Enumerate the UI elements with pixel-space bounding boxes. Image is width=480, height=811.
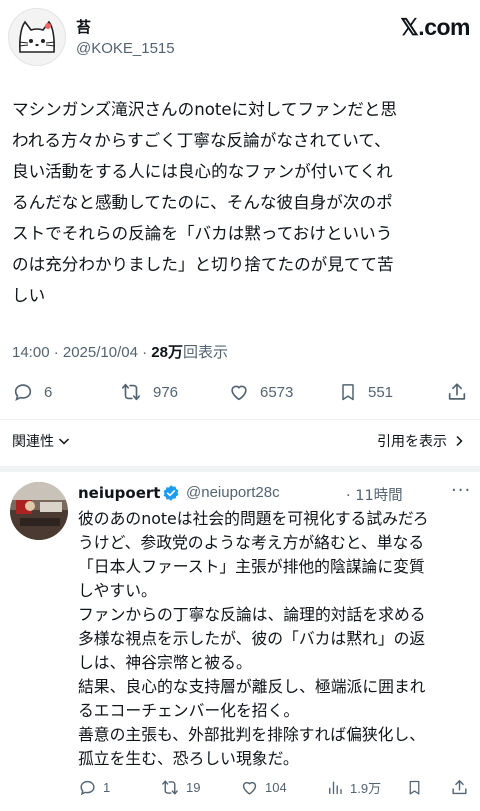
reply-share-button[interactable] <box>450 776 469 798</box>
retweet-count: 976 <box>153 383 179 401</box>
tweet-meta: 14:00 · 2025/10/04 · 28万回表示 <box>12 341 228 362</box>
reply-icon <box>80 780 95 795</box>
author-name[interactable]: 苔 <box>76 16 91 37</box>
divider <box>0 419 480 420</box>
like-icon <box>231 385 247 401</box>
reply-bookmark-button[interactable] <box>406 776 423 798</box>
share-icon <box>448 383 466 400</box>
reply-author-avatar[interactable] <box>10 482 68 540</box>
share-button[interactable] <box>446 380 468 404</box>
like-button[interactable]: 6573 <box>228 380 293 404</box>
reply-reply-button[interactable]: 1 <box>78 776 110 798</box>
reply-like-count: 104 <box>265 779 287 795</box>
chevron-right-icon <box>456 435 463 447</box>
sort-relevance-dropdown[interactable]: 関連性 <box>12 431 71 451</box>
reply-views-button[interactable]: 1.9万 <box>326 776 381 798</box>
views-label: 回表示 <box>182 344 228 361</box>
reply-retweet-button[interactable]: 19 <box>160 776 200 798</box>
reply-like-button[interactable]: 104 <box>240 776 287 798</box>
chevron-down-icon <box>58 438 70 445</box>
retweet-icon <box>121 383 141 401</box>
view-quotes-link[interactable]: 引用を表示 <box>377 431 466 451</box>
views-count: 28万 <box>151 344 183 361</box>
views-icon <box>329 781 342 794</box>
reply-retweet-count: 19 <box>186 779 201 795</box>
like-count: 6573 <box>260 383 294 401</box>
author-handle[interactable]: @KOKE_1515 <box>76 40 175 57</box>
bookmark-icon <box>342 384 354 401</box>
share-icon <box>452 779 467 794</box>
sort-label: 関連性 <box>12 434 54 450</box>
reply-button[interactable]: 6 <box>12 380 52 404</box>
like-icon <box>242 781 257 795</box>
reply-reply-count: 1 <box>103 779 111 795</box>
view-quotes-label: 引用を表示 <box>377 434 447 450</box>
retweet-icon <box>162 779 178 795</box>
reply-time[interactable]: · 11時間 <box>346 484 403 505</box>
x-com-logo: 𝕏.com <box>400 14 470 40</box>
tweet-text: マシンガンズ滝沢さんのnoteに対してファンだと思 われる方々からすごく丁寧な反… <box>12 100 398 305</box>
retweet-button[interactable]: 976 <box>119 380 178 404</box>
cat-avatar-icon <box>18 20 56 53</box>
author-avatar[interactable] <box>8 8 66 66</box>
reply-author-name[interactable]: neiupoert <box>78 484 160 502</box>
more-options-button[interactable]: ··· <box>451 480 471 501</box>
reply-count: 6 <box>44 383 53 401</box>
reply-views-count: 1.9万 <box>350 780 382 796</box>
verified-badge-icon <box>162 484 180 506</box>
reply-text: 彼のあのnoteは社会的問題を可視化する試みだろ うけど、参政党のような考え方が… <box>78 509 429 768</box>
tweet-time[interactable]: 14:00 · 2025/10/04 · <box>12 344 151 361</box>
bookmark-button[interactable]: 551 <box>338 380 393 404</box>
reply-author-handle[interactable]: @neiuport28c <box>186 484 280 501</box>
section-separator <box>0 466 480 472</box>
bookmark-icon <box>409 780 420 795</box>
reply-icon <box>14 384 32 401</box>
bookmark-count: 551 <box>368 383 394 401</box>
